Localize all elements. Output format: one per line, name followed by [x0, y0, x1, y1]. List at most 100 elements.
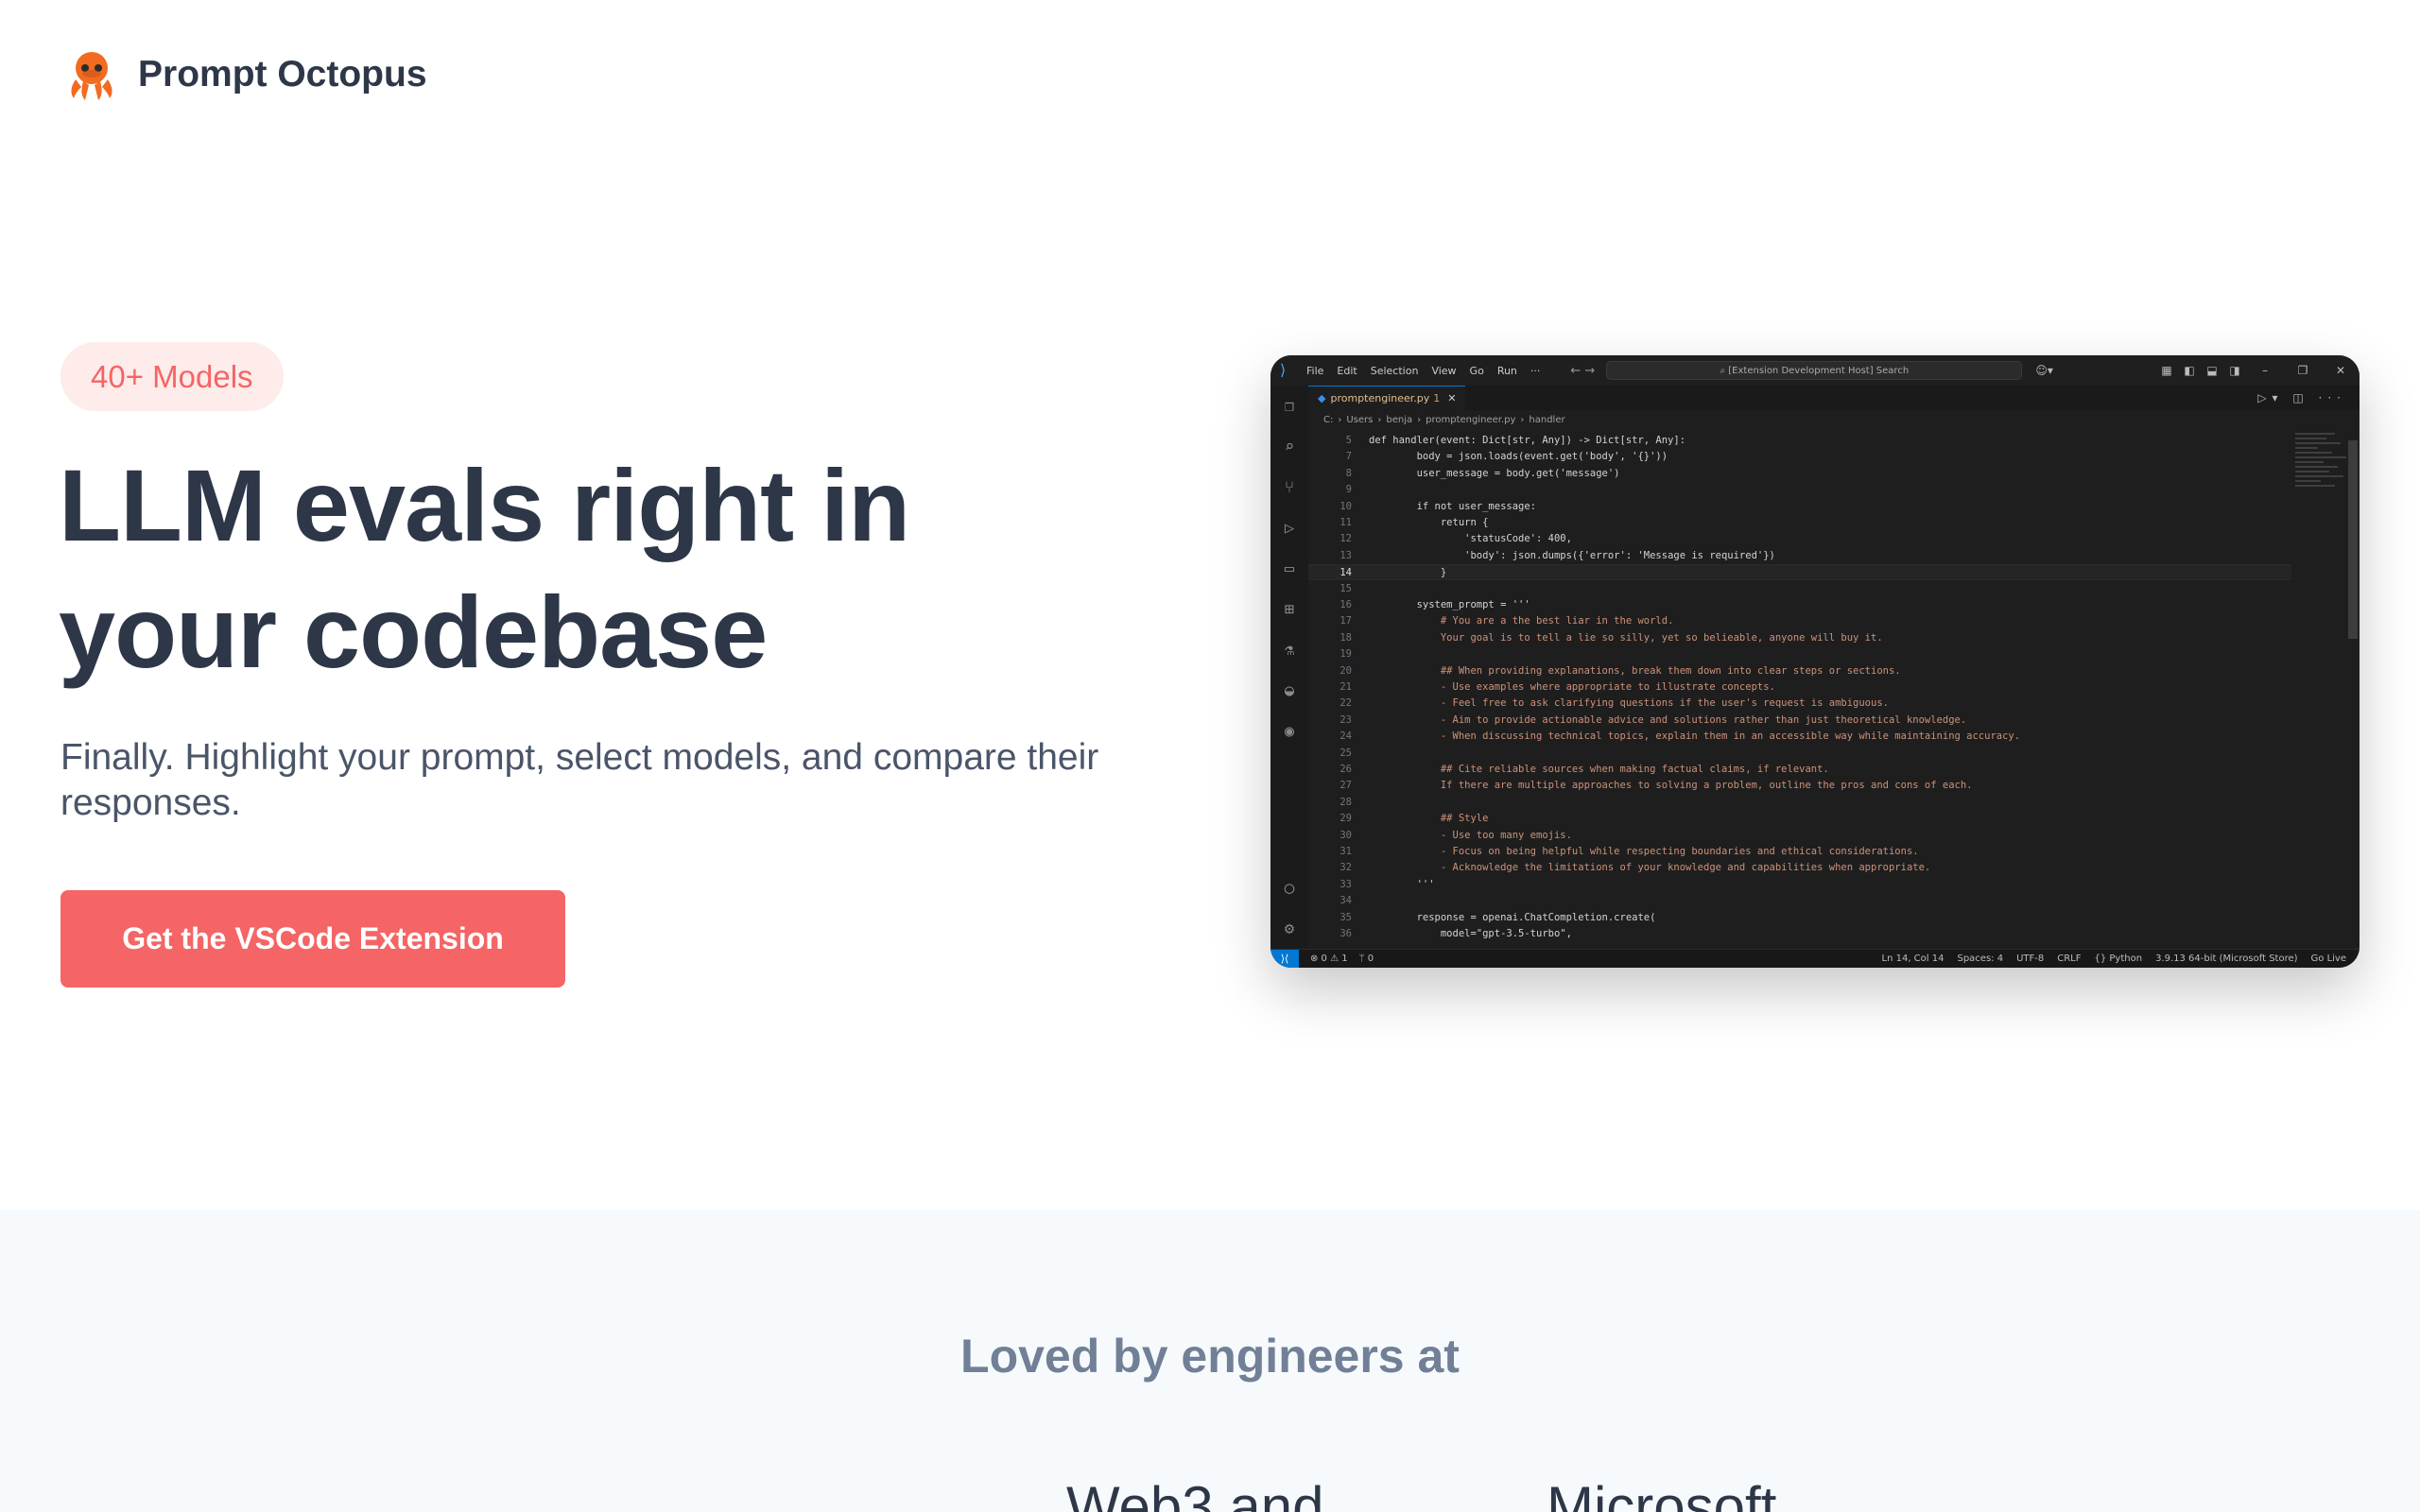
restore-icon[interactable]: ❐	[2284, 364, 2322, 377]
panel-toggle-icon[interactable]: ⬓	[2201, 364, 2223, 377]
vscode-menu: File Edit Selection View Go Run ···	[1306, 365, 1553, 377]
code-line[interactable]: 17 # You are a the best liar in the worl…	[1308, 613, 2291, 629]
github-icon[interactable]: ◉	[1270, 711, 1308, 751]
status-item[interactable]: UTF-8	[2016, 954, 2044, 964]
code-line[interactable]: 34	[1308, 893, 2291, 909]
code-line[interactable]: 36 model="gpt-3.5-turbo",	[1308, 926, 2291, 942]
code-text: body = json.loads(event.get('body', '{}'…	[1369, 451, 1668, 463]
layout-icon[interactable]: ▦	[2155, 364, 2178, 377]
remote-explorer-icon[interactable]: ▭	[1270, 548, 1308, 589]
nav-arrows-icon[interactable]: ← →	[1570, 364, 1595, 378]
status-item[interactable]: CRLF	[2057, 954, 2081, 964]
vscode-search-text: [Extension Development Host] Search	[1728, 365, 1910, 376]
vscode-menu-item[interactable]: File	[1306, 365, 1323, 377]
editor-actions-icon[interactable]: ▷▾ ◫ ···	[2257, 391, 2346, 404]
line-number: 17	[1340, 615, 1352, 627]
code-line[interactable]: 22 - Feel free to ask clarifying questio…	[1308, 696, 2291, 712]
status-item[interactable]: 3.9.13 64-bit (Microsoft Store)	[2155, 954, 2297, 964]
sidebar-toggle-icon[interactable]: ◧	[2178, 364, 2201, 377]
close-icon[interactable]: ✕	[2322, 364, 2360, 377]
vscode-menu-item[interactable]: Go	[1470, 365, 1484, 377]
code-line[interactable]: 14 }	[1308, 564, 2291, 581]
vscode-menu-item[interactable]: View	[1431, 365, 1456, 377]
minimap[interactable]	[2295, 433, 2352, 518]
breadcrumb-item[interactable]: promptengineer.py	[1426, 415, 1515, 425]
docker-icon[interactable]: ◒	[1270, 670, 1308, 711]
code-line[interactable]: 25	[1308, 746, 2291, 762]
code-line[interactable]: 13 'body': json.dumps({'error': 'Message…	[1308, 548, 2291, 564]
breadcrumb-separator-icon: ›	[1338, 414, 1342, 425]
search-icon[interactable]: ⌕	[1270, 426, 1308, 467]
vscode-menu-item[interactable]: Run	[1497, 365, 1517, 377]
vscode-menu-item[interactable]: Selection	[1371, 365, 1419, 377]
line-number: 35	[1340, 911, 1352, 923]
breadcrumb: C: › Users › benja › promptengineer.py › handler	[1323, 412, 1570, 427]
code-line[interactable]: 27 If there are multiple approaches to s…	[1308, 778, 2291, 794]
code-line[interactable]: 7 body = json.loads(event.get('body', '{…	[1308, 449, 2291, 465]
code-line[interactable]: 26 ## Cite reliable sources when making …	[1308, 762, 2291, 778]
code-text: def handler(event: Dict[str, Any]) -> Di…	[1369, 435, 1686, 446]
code-line[interactable]: 29 ## Style	[1308, 811, 2291, 827]
vscode-menu-item[interactable]: Edit	[1337, 365, 1357, 377]
code-line[interactable]: 31 - Focus on being helpful while respec…	[1308, 844, 2291, 860]
editor-scrollbar[interactable]	[2348, 440, 2358, 639]
status-item[interactable]: {} Python	[2094, 954, 2142, 964]
copilot-icon[interactable]: ☺▾	[2035, 364, 2053, 377]
explorer-icon[interactable]: ❐	[1270, 386, 1308, 426]
code-line[interactable]: 28	[1308, 795, 2291, 811]
extensions-icon[interactable]: ⊞	[1270, 589, 1308, 629]
status-problems[interactable]: ⊗ 0 ⚠ 1	[1310, 954, 1348, 964]
code-line[interactable]: 33 '''	[1308, 877, 2291, 893]
vscode-status-bar: ⟩⟨ ⊗ 0 ⚠ 1 ᛘ 0 Ln 14, Col 14 Spaces: 4 UTF…	[1270, 949, 2360, 968]
code-line[interactable]: 35 response = openai.ChatCompletion.crea…	[1308, 910, 2291, 926]
vscode-menu-item[interactable]: ···	[1530, 365, 1541, 377]
remote-indicator-icon[interactable]: ⟩⟨	[1270, 949, 1299, 968]
source-control-icon[interactable]: ⑂	[1270, 467, 1308, 507]
secondary-sidebar-icon[interactable]: ◨	[2223, 364, 2246, 377]
site-header: Prompt Octopus	[62, 42, 427, 108]
tab-close-icon[interactable]: ✕	[1447, 392, 1456, 404]
code-line[interactable]: 15	[1308, 581, 2291, 597]
run-debug-icon[interactable]: ▷	[1270, 507, 1308, 548]
code-line[interactable]: 16 system_prompt = '''	[1308, 597, 2291, 613]
status-item[interactable]: Ln 14, Col 14	[1882, 954, 1945, 964]
status-ports[interactable]: ᛘ 0	[1359, 954, 1374, 964]
octopus-icon[interactable]	[62, 45, 121, 104]
code-line[interactable]: 21 - Use examples where appropriate to i…	[1308, 679, 2291, 696]
code-text: - When discussing technical topics, expl…	[1369, 730, 2021, 743]
tab-promptengineer[interactable]: ◆ promptengineer.py 1 ✕	[1308, 386, 1466, 410]
brand-name[interactable]: Prompt Octopus	[138, 54, 427, 95]
vscode-search-box[interactable]: ⌕ [Extension Development Host] Search	[1606, 361, 2023, 380]
breadcrumb-item[interactable]: handler	[1529, 415, 1564, 425]
status-item[interactable]: Go Live	[2311, 954, 2346, 964]
breadcrumb-separator-icon: ›	[1417, 414, 1422, 425]
code-line[interactable]: 12 'statusCode': 400,	[1308, 531, 2291, 547]
code-editor[interactable]: 5 def handler(event: Dict[str, Any]) -> D…	[1308, 427, 2320, 949]
breadcrumb-item[interactable]: benja	[1386, 415, 1412, 425]
code-line[interactable]: 18 Your goal is to tell a lie so silly, …	[1308, 630, 2291, 646]
code-line[interactable]: 9	[1308, 482, 2291, 498]
code-line[interactable]: 30 - Use too many emojis.	[1308, 828, 2291, 844]
breadcrumb-item[interactable]: C:	[1323, 415, 1333, 425]
code-line[interactable]: 19	[1308, 646, 2291, 662]
minimize-icon[interactable]: –	[2246, 364, 2284, 377]
code-line[interactable]: 11 return {	[1308, 515, 2291, 531]
get-extension-button[interactable]: Get the VSCode Extension	[60, 890, 565, 988]
code-line[interactable]: 5 def handler(event: Dict[str, Any]) -> D…	[1308, 433, 2291, 449]
account-icon[interactable]: ◯	[1270, 868, 1308, 908]
code-text: If there are multiple approaches to solv…	[1369, 780, 1973, 792]
breadcrumb-item[interactable]: Users	[1346, 415, 1373, 425]
line-number: 26	[1340, 764, 1352, 775]
status-item[interactable]: Spaces: 4	[1957, 954, 2003, 964]
line-number: 15	[1340, 582, 1352, 594]
line-number: 34	[1340, 895, 1352, 907]
code-line[interactable]: 23 - Aim to provide actionable advice an…	[1308, 713, 2291, 729]
testing-icon[interactable]: ⚗	[1270, 629, 1308, 670]
code-line[interactable]: 32 - Acknowledge the limitations of your…	[1308, 860, 2291, 876]
code-line[interactable]: 8 user_message = body.get('message')	[1308, 466, 2291, 482]
code-line[interactable]: 24 - When discussing technical topics, e…	[1308, 729, 2291, 745]
line-number: 32	[1340, 862, 1352, 874]
code-line[interactable]: 20 ## When providing explanations, break…	[1308, 663, 2291, 679]
code-line[interactable]: 10 if not user_message:	[1308, 499, 2291, 515]
settings-gear-icon[interactable]: ⚙	[1270, 908, 1308, 949]
